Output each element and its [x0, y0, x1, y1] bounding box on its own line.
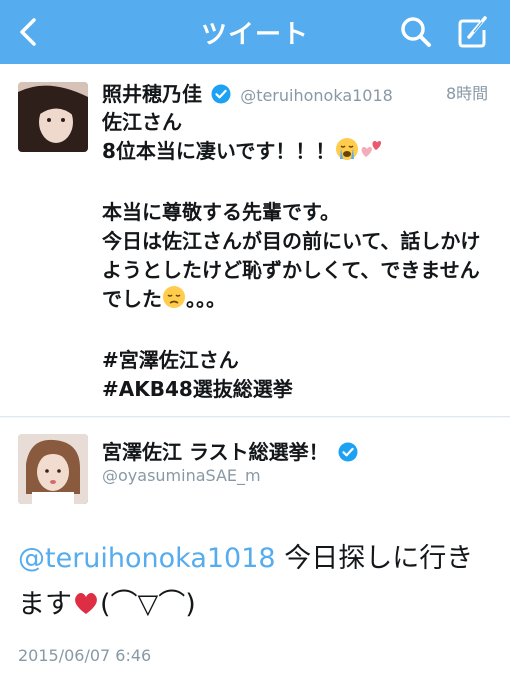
avatar[interactable] — [18, 434, 88, 504]
red-heart-emoji-icon — [72, 585, 100, 631]
two-hearts-emoji-icon — [359, 137, 383, 169]
tweet-timestamp: 8時間 — [446, 84, 489, 103]
disappointed-emoji-icon — [162, 285, 186, 317]
tweet-line: 今日は佐江さんが目の前にいて、話しかけ — [102, 229, 481, 253]
hashtag-link[interactable]: #AKB48選抜総選挙 — [102, 375, 502, 404]
tweet-line: 8位本当に凄いです！！！ — [102, 137, 502, 169]
hashtag-link[interactable]: #宮澤佐江さん — [102, 346, 502, 375]
author-name[interactable]: 照井穂乃佳 — [102, 82, 202, 106]
compose-icon[interactable] — [452, 12, 492, 52]
author-name[interactable]: 宮澤佐江 ラスト総選挙！ — [102, 440, 329, 464]
tweet-card[interactable]: 照井穂乃佳 @teruihonoka1018 8時間 佐江さん 8位本当に凄いで… — [0, 64, 510, 417]
tweet-line: ようとしたけど恥ずかしくて、できません — [102, 258, 480, 282]
tweet-text: 佐江さん 8位本当に凄いです！！！ 本当に尊敬する先輩です。 今日は佐江さんが目… — [102, 108, 502, 404]
tweet-date: 2015/06/07 6:46 — [18, 646, 152, 665]
search-icon[interactable] — [396, 12, 436, 52]
tweet-text-part: (⌒▽⌒) — [100, 589, 196, 620]
verified-badge-icon — [211, 84, 231, 104]
tweet-card[interactable]: 宮澤佐江 ラスト総選挙！ @oyasuminaSAE_m @teruihonok… — [0, 418, 510, 680]
tweet-line: でした。。。 — [102, 285, 502, 317]
tweet-text-part: 今日探しに行き — [275, 543, 474, 574]
author-handle[interactable]: @teruihonoka1018 — [240, 86, 393, 105]
mention-link[interactable]: @teruihonoka1018 — [18, 543, 276, 574]
tweet-line: 本当に尊敬する先輩です。 — [102, 200, 340, 224]
nav-bar: ツイート — [0, 0, 510, 64]
avatar[interactable] — [18, 82, 88, 152]
tweet-header: 宮澤佐江 ラスト総選挙！ — [102, 436, 362, 465]
tweet-header: 照井穂乃佳 @teruihonoka1018 — [102, 78, 393, 107]
author-handle[interactable]: @oyasuminaSAE_m — [102, 466, 261, 485]
tweet-line: 佐江さん — [102, 110, 182, 134]
tweet-text-part: ます — [18, 589, 72, 620]
verified-badge-icon — [338, 442, 358, 462]
crying-emoji-icon — [335, 137, 359, 169]
tweet-text: @teruihonoka1018 今日探しに行き ます (⌒▽⌒) — [18, 536, 498, 631]
